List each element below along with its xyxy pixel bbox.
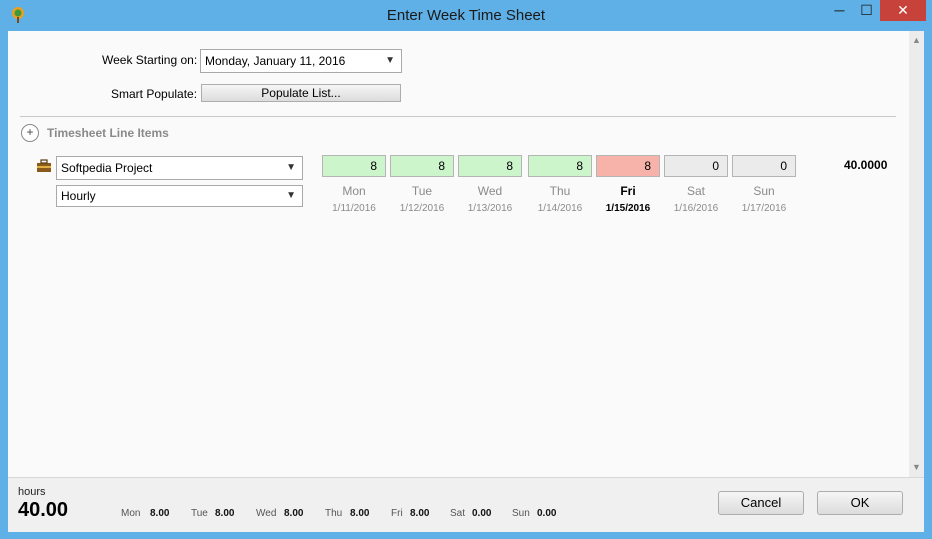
hours-input-wed[interactable]: 8 [458,155,522,177]
window-title: Enter Week Time Sheet [386,7,546,24]
summary-day-fri: Fri [391,508,403,519]
summary-value-sun: 0.00 [537,508,557,519]
vertical-scrollbar[interactable]: ▲ ▼ [909,31,924,477]
summary-value-sat: 0.00 [472,508,492,519]
project-select[interactable]: Softpedia Project ▼ [56,156,303,180]
summary-day-wed: Wed [256,508,277,519]
rate-type-select[interactable]: Hourly ▼ [56,185,303,207]
line-total: 40.0000 [844,158,888,172]
section-divider [20,116,896,117]
hours-input-tue[interactable]: 8 [390,155,454,177]
summary-value-tue: 8.00 [215,508,235,519]
day-date-mon: 1/11/2016 [332,203,376,214]
day-date-tue: 1/12/2016 [399,203,445,214]
day-date-sat: 1/16/2016 [673,203,719,214]
section-title: Timesheet Line Items [47,126,169,140]
day-name-wed: Wed [477,184,503,198]
summary-day-thu: Thu [325,508,343,519]
scroll-down-icon[interactable]: ▼ [909,460,924,475]
chevron-down-icon: ▼ [385,55,395,66]
hours-total: 40.00 [18,499,69,521]
day-name-fri: Fri [620,184,636,198]
ok-button[interactable]: OK [817,491,903,515]
chevron-down-icon: ▼ [286,162,296,173]
expand-plus-icon[interactable]: + [21,124,39,142]
chevron-down-icon: ▼ [286,190,296,201]
day-name-mon: Mon [342,184,366,198]
week-starting-label: Week Starting on: [102,53,198,67]
rate-type-value: Hourly [61,189,96,203]
day-date-thu: 1/14/2016 [537,203,583,214]
day-name-sun: Sun [753,184,775,198]
smart-populate-label: Smart Populate: [111,87,198,101]
hours-input-thu[interactable]: 8 [528,155,592,177]
hours-input-fri[interactable]: 8 [596,155,660,177]
summary-value-thu: 8.00 [350,508,370,519]
hours-label: hours [18,486,46,498]
week-starting-value: Monday, January 11, 2016 [205,54,346,68]
minimize-button[interactable]: ─ [826,0,853,21]
project-value: Softpedia Project [61,161,153,175]
scroll-up-icon[interactable]: ▲ [909,33,924,48]
hours-input-mon[interactable]: 8 [322,155,386,177]
day-name-thu: Thu [549,184,571,198]
week-starting-select[interactable]: Monday, January 11, 2016 ▼ [200,49,402,73]
summary-day-sat: Sat [450,508,466,519]
project-briefcase-icon [37,159,51,172]
day-date-fri: 1/15/2016 [605,203,651,214]
summary-day-sun: Sun [512,508,530,519]
hours-input-sat[interactable]: 0 [664,155,728,177]
title-bar[interactable]: Enter Week Time Sheet ─ ☐ ✕ [0,0,932,31]
day-name-sat: Sat [686,184,705,198]
summary-value-fri: 8.00 [410,508,430,519]
summary-value-wed: 8.00 [284,508,304,519]
cancel-button[interactable]: Cancel [718,491,804,515]
summary-value-mon: 8.00 [150,508,170,519]
hours-input-sun[interactable]: 0 [732,155,796,177]
day-date-sun: 1/17/2016 [741,203,787,214]
maximize-button[interactable]: ☐ [853,0,880,21]
day-date-wed: 1/13/2016 [467,203,513,214]
populate-list-button[interactable]: Populate List... [201,84,401,102]
window: Enter Week Time Sheet ─ ☐ ✕ ▲ ▼ Week Sta… [0,0,932,539]
day-name-tue: Tue [411,184,433,198]
summary-day-tue: Tue [191,508,208,519]
summary-day-mon: Mon [121,508,141,519]
close-button[interactable]: ✕ [880,0,926,21]
